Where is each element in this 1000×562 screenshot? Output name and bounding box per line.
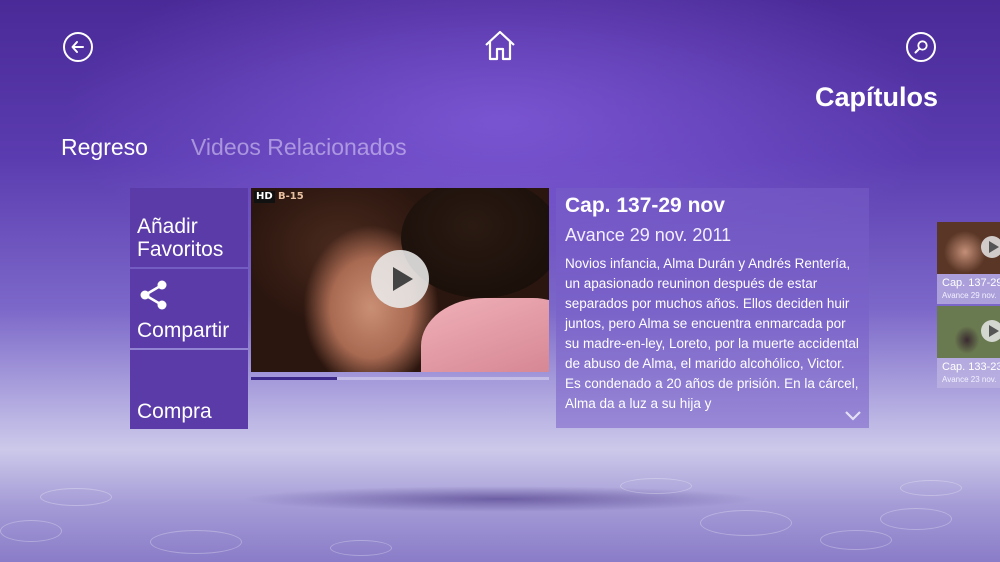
tab-videos-relacionados[interactable]: Videos Relacionados	[191, 134, 407, 161]
related-play-button[interactable]	[981, 320, 1000, 342]
add-favorites-button[interactable]: Añadir Favoritos	[130, 188, 248, 267]
decor-bubble	[330, 540, 392, 556]
video-progress-bar[interactable]	[251, 377, 549, 380]
play-icon	[989, 241, 999, 253]
related-video-item[interactable]: Cap. 137-29 Avance 29 nov.	[937, 222, 1000, 304]
share-button[interactable]: Compartir	[130, 269, 248, 348]
decor-bubble	[40, 488, 112, 506]
decor-bubble	[620, 478, 692, 494]
search-button[interactable]	[906, 32, 936, 62]
related-video-item[interactable]: Cap. 133-23 Avance 23 nov.	[937, 306, 1000, 388]
decor-bubble	[820, 530, 892, 550]
decor-bubble	[900, 480, 962, 496]
video-player[interactable]: HD B-15	[251, 188, 549, 372]
decor-bubble	[150, 530, 242, 554]
episode-info-panel: Cap. 137-29 nov Avance 29 nov. 2011 Novi…	[556, 188, 869, 428]
search-icon	[914, 40, 928, 54]
play-button[interactable]	[371, 250, 429, 308]
play-icon	[393, 267, 413, 291]
home-icon	[485, 30, 515, 61]
related-video-label: Cap. 133-23 Avance 23 nov.	[937, 358, 1000, 388]
rating-badge: B-15	[278, 191, 304, 202]
related-video-title: Cap. 137-29	[942, 277, 1000, 289]
episode-description: Novios infancia, Alma Durán y Andrés Ren…	[565, 256, 859, 411]
tab-regreso[interactable]: Regreso	[61, 134, 148, 161]
decor-bubble	[880, 508, 952, 530]
share-label: Compartir	[137, 319, 230, 342]
decor-bubble	[0, 520, 62, 542]
add-favorites-label: Añadir Favoritos	[137, 215, 223, 261]
related-video-label: Cap. 137-29 Avance 29 nov.	[937, 274, 1000, 304]
related-video-date: Avance 23 nov.	[942, 375, 997, 384]
share-icon	[140, 280, 167, 310]
add-favorites-label-line2: Favoritos	[137, 238, 224, 261]
hd-badge: HD	[254, 191, 275, 203]
related-video-title: Cap. 133-23	[942, 361, 1000, 373]
video-progress-fill	[251, 377, 338, 380]
add-favorites-label-line1: Añadir	[137, 215, 198, 238]
decor-bubble	[700, 510, 792, 536]
page-title: Capítulos	[814, 82, 938, 112]
related-video-date: Avance 29 nov.	[942, 291, 997, 300]
episode-title: Cap. 137-29 nov	[565, 194, 725, 217]
play-icon	[989, 325, 999, 337]
home-button[interactable]	[482, 28, 518, 64]
buy-button[interactable]: Compra	[130, 350, 248, 429]
back-button[interactable]	[63, 32, 93, 62]
chevron-down-icon[interactable]	[845, 410, 861, 422]
buy-label: Compra	[137, 400, 212, 423]
back-arrow-icon	[71, 41, 84, 53]
episode-subtitle: Avance 29 nov. 2011	[565, 225, 732, 245]
related-play-button[interactable]	[981, 236, 1000, 258]
